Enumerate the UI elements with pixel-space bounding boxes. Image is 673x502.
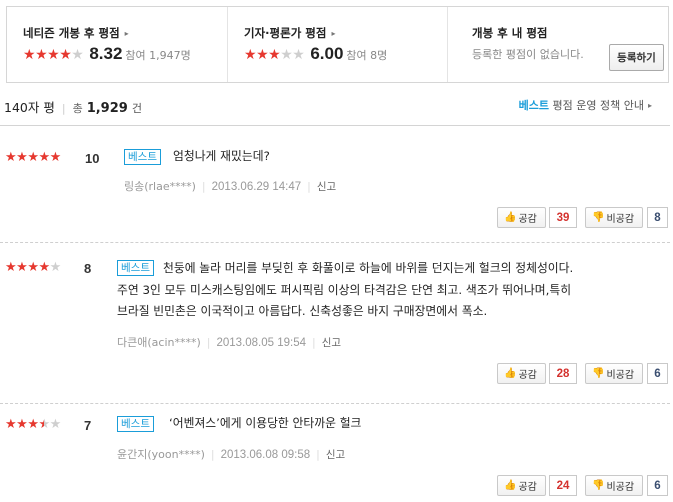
thumbs-up-icon: 👍 [504, 368, 517, 379]
arrow-right-icon: ▸ [647, 101, 652, 110]
star-icon: ★ [16, 260, 28, 275]
best-badge: 베스트 [124, 149, 161, 165]
review-item: ★★★★★ 7 베스트 ‘어벤져스’에게 이용당한 안타까운 헐크 윤간지(yo… [0, 404, 673, 502]
thumbs-down-icon: 👎 [592, 368, 605, 379]
policy-link[interactable]: 베스트 평점 운영 정책 안내 ▸ [519, 97, 652, 113]
star-icon: ★ [38, 150, 50, 165]
star-icon: ★ [23, 47, 36, 63]
netizen-participants: 참여 1,947명 [125, 49, 191, 62]
review-date: 2013.06.08 09:58 [220, 449, 311, 461]
star-icon: ★ [59, 47, 72, 63]
dislike-count: 6 [647, 475, 668, 496]
like-count: 24 [549, 475, 577, 496]
report-link[interactable]: 신고 [326, 449, 345, 461]
star-icon: ★ [292, 47, 305, 63]
star-icon: ★ [27, 150, 39, 165]
review-meta: 링송(rlae****) | 2013.06.29 14:47 | 신고 [124, 180, 337, 193]
star-rating: ★★★★★ [5, 260, 61, 276]
section-title: 140자 평 [4, 100, 55, 115]
best-badge: 베스트 [117, 416, 154, 432]
star-rating: ★★★★★ [5, 417, 61, 433]
divider: | [61, 102, 66, 115]
like-button[interactable]: 👍 공감 [497, 207, 546, 228]
review-item: ★★★★★ 8 베스트 천둥에 놀라 머리를 부딪힌 후 화풀이로 하늘에 바위… [0, 243, 673, 403]
star-icon: ★ [35, 47, 48, 63]
star-icon: ★ [49, 150, 62, 165]
review-text: 천둥에 놀라 머리를 부딪힌 후 화풀이로 하늘에 바위를 던지는게 헐크의 정… [117, 261, 574, 318]
star-icon: ★ [5, 417, 17, 432]
review-score: 7 [84, 418, 92, 433]
review-date: 2013.06.29 14:47 [211, 181, 302, 193]
thumbs-up-icon: 👍 [504, 212, 517, 223]
star-icon: ★ [5, 150, 17, 165]
dislike-button[interactable]: 👎 비공감 [585, 475, 643, 496]
dislike-count: 8 [647, 207, 668, 228]
review-meta: 다큰애(acin****) | 2013.08.05 19:54 | 신고 [117, 336, 342, 349]
star-icon: ★ [16, 150, 28, 165]
thumbs-down-icon: 👎 [592, 480, 605, 491]
star-icon: ★ [38, 260, 50, 275]
total-label: 총 [72, 102, 83, 115]
like-button[interactable]: 👍 공감 [497, 475, 546, 496]
arrow-right-icon: ▸ [331, 29, 336, 38]
review-author[interactable]: 링송(rlae****) [124, 180, 196, 193]
total-unit: 건 [131, 102, 142, 115]
rating-panel: 네티즌 개봉 후 평점 ▸ ★★★★★ 8.32 참여 1,947명 기자·평론가… [6, 6, 669, 83]
review-summary: 140자 평 | 총 1,929 건 베스트 평점 운영 정책 안내 ▸ [0, 95, 673, 117]
register-rating-button[interactable]: 등록하기 [609, 44, 664, 71]
netizen-score: 8.32 [89, 44, 123, 63]
star-icon: ★ [244, 47, 257, 63]
star-icon: ★ [49, 260, 62, 275]
review-date: 2013.08.05 19:54 [216, 337, 307, 349]
star-icon: ★ [47, 47, 60, 63]
star-icon: ★ [27, 260, 39, 275]
star-rating: ★★★★★ [23, 47, 84, 63]
star-icon: ★ [280, 47, 293, 63]
like-count: 28 [549, 363, 577, 384]
star-icon: ★ [256, 47, 269, 63]
like-button[interactable]: 👍 공감 [497, 363, 546, 384]
star-icon: ★ [268, 47, 281, 63]
dislike-count: 6 [647, 363, 668, 384]
star-icon: ★ [5, 260, 17, 275]
critic-rating: 기자·평론가 평점 ▸ ★★★★★ 6.00 참여 8명 [227, 7, 447, 82]
like-count: 39 [549, 207, 577, 228]
star-icon: ★ [16, 417, 28, 432]
star-rating: ★★★★★ [5, 150, 61, 166]
dislike-button[interactable]: 👎 비공감 [585, 363, 643, 384]
report-link[interactable]: 신고 [322, 337, 341, 349]
review-meta: 윤간지(yoon****) | 2013.06.08 09:58 | 신고 [117, 448, 346, 461]
review-item: ★★★★★ 10 베스트 엄청나게 재밌는데? 링송(rlae****) | 201… [0, 126, 673, 240]
review-text: 엄청나게 재밌는데? [173, 149, 270, 163]
review-text: ‘어벤져스’에게 이용당한 안타까운 헐크 [169, 416, 362, 430]
my-rating: 개봉 후 내 평점 등록한 평점이 없습니다. 등록하기 [447, 7, 668, 82]
netizen-rating-title[interactable]: 네티즌 개봉 후 평점 ▸ [23, 25, 129, 41]
critic-rating-title[interactable]: 기자·평론가 평점 ▸ [244, 25, 335, 41]
thumbs-down-icon: 👎 [592, 212, 605, 223]
review-score: 10 [85, 151, 100, 166]
dislike-button[interactable]: 👎 비공감 [585, 207, 643, 228]
review-score: 8 [84, 261, 92, 276]
total-count: 1,929 [86, 101, 128, 116]
review-author[interactable]: 윤간지(yoon****) [117, 448, 205, 461]
my-rating-title: 개봉 후 내 평점 [472, 26, 548, 40]
review-author[interactable]: 다큰애(acin****) [117, 336, 201, 349]
critic-score: 6.00 [310, 44, 344, 63]
star-icon: ★ [49, 417, 62, 432]
star-icon: ★ [27, 417, 39, 432]
star-rating: ★★★★★ [244, 47, 305, 63]
thumbs-up-icon: 👍 [504, 480, 517, 491]
star-icon: ★ [71, 47, 84, 63]
arrow-right-icon: ▸ [124, 29, 129, 38]
star-icon: ★ [38, 417, 50, 432]
netizen-rating: 네티즌 개봉 후 평점 ▸ ★★★★★ 8.32 참여 1,947명 [7, 7, 227, 82]
critic-participants: 참여 8명 [346, 49, 388, 62]
report-link[interactable]: 신고 [317, 181, 336, 193]
my-rating-message: 등록한 평점이 없습니다. [472, 48, 584, 61]
